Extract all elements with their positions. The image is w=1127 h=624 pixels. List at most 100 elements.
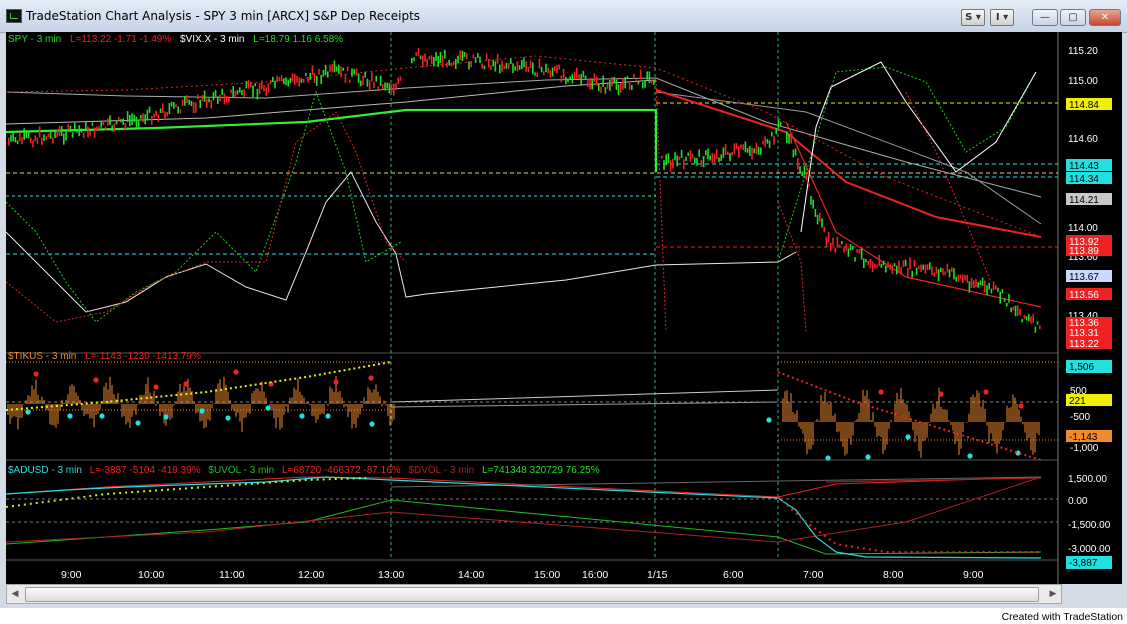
candle (492, 59, 494, 67)
candle (940, 267, 942, 273)
candle (280, 75, 283, 82)
indicator-link-button[interactable]: I ▾ (990, 9, 1014, 26)
dvol-symbol: $DVOL - 3 min (408, 465, 474, 476)
candle (8, 137, 10, 146)
candle (746, 148, 749, 153)
candle (129, 115, 131, 127)
title-bar[interactable]: TradeStation Chart Analysis - SPY 3 min … (0, 0, 1127, 33)
candle (863, 258, 865, 269)
chart-app-icon (6, 9, 22, 23)
candle (841, 241, 843, 245)
extreme-dot (135, 420, 141, 426)
candle (371, 72, 373, 82)
horizontal-scrollbar[interactable]: ◀ ▶ (6, 584, 1062, 604)
candle (102, 120, 105, 126)
chart-canvas[interactable]: SPY - 3 min L=113.22 -1.71 -1.49% $VIX.X… (6, 32, 1122, 584)
candle (272, 76, 274, 83)
candle (267, 83, 270, 93)
candle (494, 61, 497, 72)
extreme-dot (983, 389, 989, 395)
candle (893, 263, 896, 267)
candle (633, 73, 635, 79)
candle (788, 134, 790, 144)
chart-area[interactable]: SPY - 3 min L=113.22 -1.71 -1.49% $VIX.X… (6, 32, 1122, 584)
candle (186, 95, 188, 103)
candle (373, 81, 375, 88)
minimize-button[interactable]: — (1032, 9, 1058, 26)
candle (922, 264, 924, 270)
candle (735, 143, 738, 150)
candle (375, 75, 377, 82)
candle (505, 62, 508, 69)
candle (327, 71, 329, 78)
candle (258, 83, 261, 95)
candle (762, 140, 764, 145)
candle (133, 114, 135, 123)
candle (340, 66, 342, 78)
candle (16, 140, 19, 145)
candle (274, 80, 276, 89)
candle (545, 63, 547, 73)
candle (441, 55, 444, 68)
candle (948, 269, 951, 278)
candle (753, 148, 755, 154)
extreme-dot (299, 413, 305, 419)
close-button[interactable]: ✕ (1089, 9, 1121, 26)
candle (880, 263, 883, 268)
candle (529, 60, 532, 68)
candle (749, 146, 751, 156)
adusd-axis: 1,500.00 0.00 -1,500.00 -3,000.00 -3,887 (1066, 474, 1112, 569)
candle (992, 281, 995, 291)
candle (23, 128, 25, 140)
adusd-axis-label: 1,500.00 (1068, 474, 1107, 485)
window-title: TradeStation Chart Analysis - SPY 3 min … (26, 9, 421, 23)
symbol-link-button[interactable]: S ▾ (961, 9, 985, 26)
candle (661, 155, 663, 159)
candle (265, 87, 267, 96)
candle (700, 159, 703, 167)
candle (642, 82, 644, 89)
candle (722, 147, 725, 158)
candle (933, 272, 935, 277)
candle (338, 64, 340, 75)
candle (674, 152, 676, 161)
candle (71, 132, 74, 138)
candle (14, 136, 17, 143)
candle (245, 81, 248, 89)
candle (973, 280, 975, 288)
candle (738, 146, 740, 158)
maximize-button[interactable]: ▢ (1060, 9, 1086, 26)
vix-stats: L=18.79 1.16 6.58% (253, 34, 343, 45)
candle (335, 66, 338, 72)
candle (91, 122, 94, 126)
extreme-dot (333, 379, 339, 385)
candle (190, 100, 193, 106)
candle (527, 66, 530, 73)
candle (816, 214, 819, 225)
scroll-left-icon[interactable]: ◀ (7, 585, 23, 603)
candle (47, 133, 50, 138)
candle (78, 125, 80, 137)
candle (45, 135, 47, 140)
candle (984, 280, 986, 293)
candle (397, 77, 399, 84)
candle (716, 148, 718, 159)
candle (507, 63, 510, 69)
candle (694, 157, 696, 164)
price-header: SPY - 3 min L=113.22 -1.71 -1.49% $VIX.X… (8, 34, 343, 45)
candle (428, 55, 431, 60)
candle (210, 100, 212, 109)
candle (300, 79, 303, 83)
scrollbar-thumb[interactable] (25, 587, 1039, 602)
candle (52, 137, 54, 144)
candle (199, 99, 201, 109)
candle (639, 70, 642, 79)
candle (19, 132, 21, 142)
candle (415, 52, 417, 56)
candle (669, 160, 672, 172)
extreme-dot (368, 375, 374, 381)
scroll-right-icon[interactable]: ▶ (1045, 585, 1061, 603)
candle (124, 122, 127, 131)
candle (1010, 307, 1012, 313)
candle (461, 50, 464, 61)
